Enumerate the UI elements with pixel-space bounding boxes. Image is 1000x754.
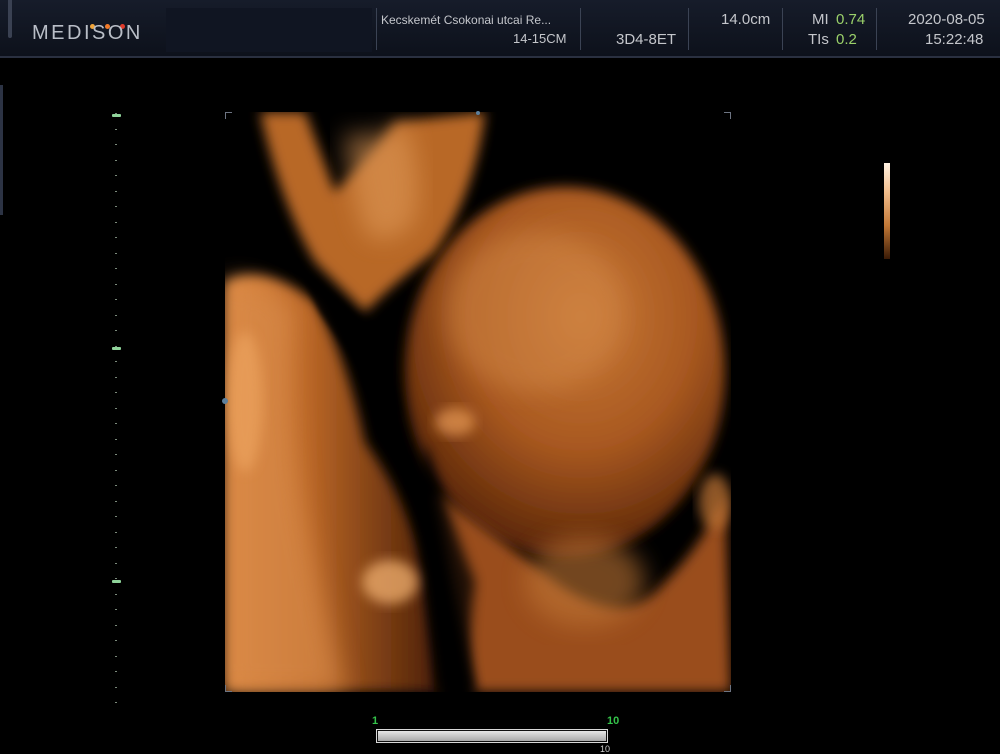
depth-tick — [115, 361, 117, 362]
depth-tick — [115, 407, 117, 409]
3d-render-image — [225, 112, 731, 692]
depth-tick — [115, 144, 117, 145]
depth-tick — [115, 268, 117, 269]
depth-tick — [115, 702, 117, 703]
depth-tick — [115, 686, 117, 688]
hospital-name: Kecskemét Csokonai utcai Re... — [381, 13, 552, 27]
depth-tick — [115, 593, 117, 595]
depth-tick — [115, 547, 117, 548]
slider-current-label: 10 — [600, 744, 611, 754]
slider-min-label: 1 — [372, 715, 379, 727]
top-info-bar: MEDISON Kecskemét Csokonai utcai Re... 1… — [0, 0, 1000, 58]
probe-label: 3D4-8ET — [616, 31, 677, 48]
depth-tick — [115, 485, 117, 486]
header-divider — [876, 8, 877, 50]
depth-tick — [115, 500, 117, 502]
depth-major-tick — [112, 114, 121, 117]
depth-tick — [115, 330, 117, 331]
header-divider — [782, 8, 783, 50]
depth-major-tick — [112, 347, 121, 350]
depth-tick — [115, 454, 117, 455]
date-readout: 2020-08-05 — [908, 11, 985, 28]
depth-tick — [115, 516, 117, 517]
3d-render-view[interactable] — [222, 111, 731, 692]
depth-tick — [115, 283, 117, 285]
tis-label: TIs — [808, 31, 829, 48]
depth-tick — [115, 671, 117, 672]
depth-tick — [115, 531, 117, 533]
depth-tick — [115, 609, 117, 610]
depth-tick — [115, 299, 117, 300]
depth-tick — [115, 128, 117, 130]
focus-marker — [222, 398, 228, 404]
left-side-bar — [0, 85, 3, 215]
top-marker — [476, 111, 480, 115]
depth-major-tick — [112, 580, 121, 583]
thumbnail-panel — [166, 8, 372, 52]
grayscale-map-bar — [884, 163, 890, 259]
frame-slider[interactable] — [376, 729, 608, 743]
frame-corner-br — [724, 685, 731, 692]
depth-tick — [115, 159, 117, 161]
brand-logo: MEDISON — [32, 22, 143, 44]
preset-label: 14-15CM — [513, 31, 567, 46]
header-divider — [688, 8, 689, 50]
depth-tick — [115, 314, 117, 316]
depth-readout: 14.0cm — [721, 11, 771, 28]
header-divider — [376, 8, 377, 50]
depth-scale — [110, 113, 124, 708]
header-divider — [580, 8, 581, 50]
frame-corner-tr — [724, 112, 731, 119]
mi-value: 0.74 — [836, 11, 866, 28]
slider-max-label: 10 — [607, 715, 620, 727]
depth-tick — [115, 640, 117, 641]
frame-corner-bl — [225, 685, 232, 692]
slider-fill — [378, 731, 606, 741]
tis-value: 0.2 — [836, 31, 857, 48]
depth-tick — [115, 237, 117, 238]
left-edge-tab — [8, 0, 12, 38]
depth-tick — [115, 438, 117, 440]
mi-label: MI — [812, 11, 829, 28]
depth-tick — [115, 423, 117, 424]
depth-tick — [115, 392, 117, 393]
depth-tick — [115, 578, 117, 579]
depth-tick — [115, 469, 117, 471]
depth-tick — [115, 190, 117, 192]
depth-tick — [115, 376, 117, 378]
depth-tick — [115, 562, 117, 564]
depth-tick — [115, 655, 117, 657]
depth-tick — [115, 221, 117, 223]
depth-tick — [115, 252, 117, 254]
frame-corner-tl — [225, 112, 232, 119]
depth-tick — [115, 624, 117, 626]
depth-tick — [115, 206, 117, 207]
depth-tick — [115, 175, 117, 176]
time-readout: 15:22:48 — [925, 31, 984, 48]
